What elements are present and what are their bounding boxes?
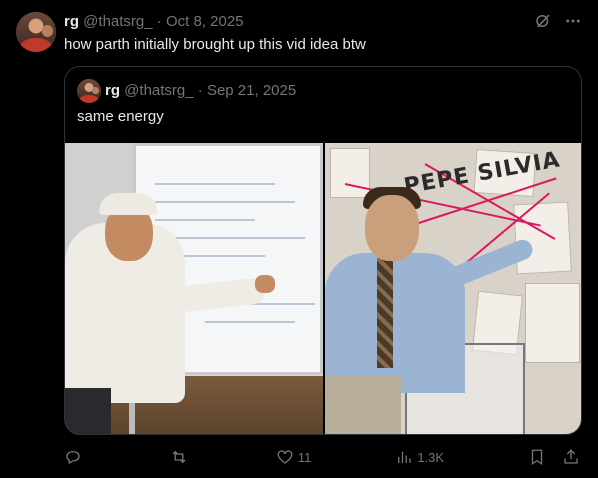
grok-icon[interactable] (534, 12, 552, 30)
quoted-author-handle: @thatsrg_ (124, 82, 194, 99)
repost-icon (170, 448, 188, 466)
bookmark-button[interactable] (528, 448, 548, 466)
views-icon (395, 448, 413, 466)
repost-button[interactable] (170, 448, 192, 466)
conspiracy-board-photo[interactable]: PEPE SILVIA (325, 143, 581, 434)
views-button[interactable]: 1.3K (395, 448, 444, 466)
quoted-tweet-text: same energy (77, 108, 164, 125)
quoted-author-name: rg (105, 82, 120, 99)
more-icon[interactable] (564, 12, 582, 30)
like-button[interactable]: 11 (276, 448, 312, 466)
views-count: 1.3K (417, 449, 445, 465)
tweet-header: rg @thatsrg_ · Oct 8, 2025 (64, 12, 244, 32)
author-name[interactable]: rg (64, 13, 79, 30)
secondary-actions (528, 448, 582, 466)
quoted-tweet[interactable]: rg @thatsrg_ · Sep 21, 2025 same energy (64, 66, 582, 435)
quoted-media-grid: PEPE SILVIA (65, 143, 581, 434)
quoted-tweet-header: rg @thatsrg_ · Sep 21, 2025 (105, 81, 296, 101)
tweet-date[interactable]: Oct 8, 2025 (166, 13, 244, 30)
reply-button[interactable] (64, 448, 86, 466)
author-avatar[interactable] (16, 12, 56, 52)
reply-icon (64, 448, 82, 466)
whiteboard-photo[interactable] (65, 143, 323, 434)
quoted-header-separator: · (197, 82, 203, 99)
share-button[interactable] (562, 448, 582, 466)
share-icon (562, 448, 580, 466)
header-separator: · (156, 13, 162, 30)
quoted-author-avatar (77, 79, 101, 103)
heart-icon (276, 448, 294, 466)
quoted-tweet-date: Sep 21, 2025 (206, 82, 297, 99)
tweet-action-bar: 11 1.3K (64, 446, 582, 468)
author-handle[interactable]: @thatsrg_ (83, 13, 152, 30)
like-count: 11 (297, 449, 312, 465)
tweet-text: how parth initially brought up this vid … (64, 36, 366, 53)
tweet-top-icons (534, 12, 582, 30)
bookmark-icon (528, 448, 546, 466)
